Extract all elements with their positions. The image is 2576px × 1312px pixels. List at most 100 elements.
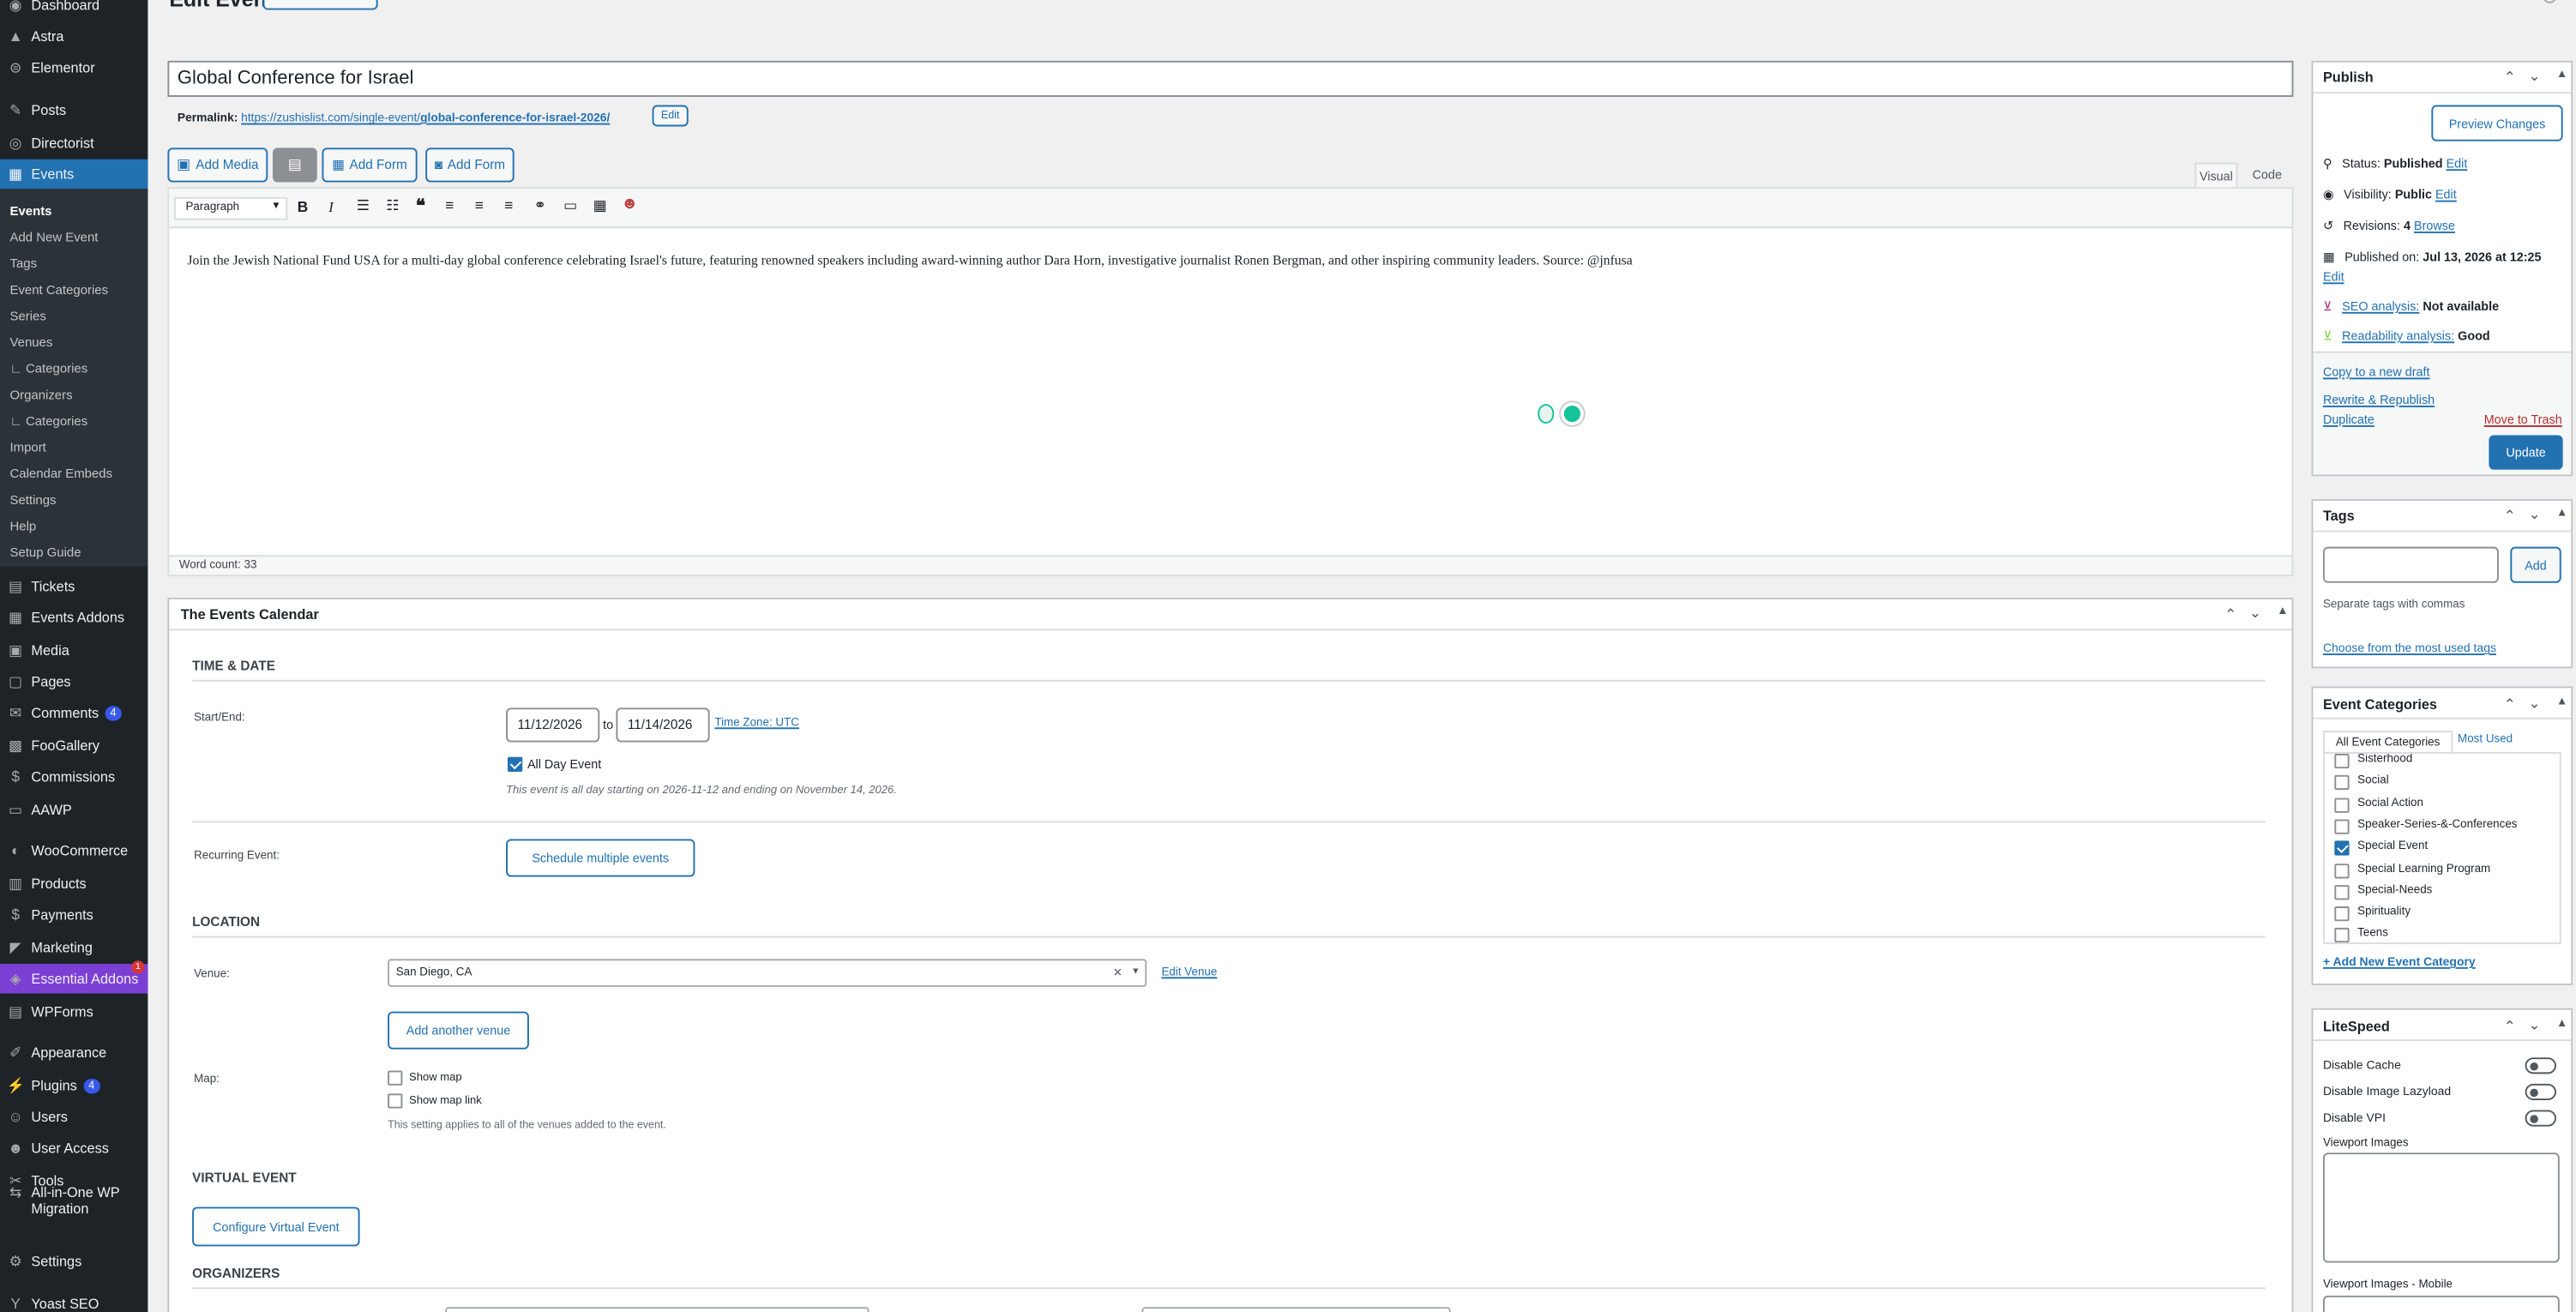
status-edit-link[interactable]: Edit <box>2447 156 2468 171</box>
disable-cache-toggle[interactable] <box>2525 1057 2556 1074</box>
chevron-down-icon[interactable]: ▼ <box>1131 967 1140 977</box>
sidebar-item-astra[interactable]: ▲ Astra <box>0 21 147 51</box>
category-item[interactable]: Special-Needs <box>2334 883 2556 903</box>
submenu-item-events[interactable]: Events <box>0 197 147 224</box>
submenu-item-venues[interactable]: Venues <box>0 328 147 355</box>
submenu-item-event-categories[interactable]: Event Categories <box>0 276 147 303</box>
bullet-list-icon[interactable]: ☰ <box>357 197 370 215</box>
permalink-edit-button[interactable]: Edit <box>652 105 689 127</box>
move-to-trash-link[interactable]: Move to Trash <box>2484 412 2562 427</box>
clear-icon[interactable]: × <box>1113 964 1122 980</box>
move-up-icon[interactable]: ⌃ <box>2504 69 2516 87</box>
move-up-icon[interactable]: ⌃ <box>2504 508 2516 526</box>
add-form-button-1[interactable]: ▦ Add Form <box>322 147 418 183</box>
move-up-icon[interactable]: ⌃ <box>2224 606 2236 624</box>
sidebar-item-commissions[interactable]: $ Commissions <box>0 762 147 791</box>
submenu-item-setup-guide[interactable]: Setup Guide <box>0 539 147 565</box>
submenu-item-help[interactable]: Help <box>0 512 147 539</box>
move-down-icon[interactable]: ⌄ <box>2249 605 2261 623</box>
disable-vpi-toggle[interactable] <box>2525 1110 2556 1127</box>
disable-lazyload-toggle[interactable] <box>2525 1083 2556 1100</box>
duplicate-link[interactable]: Duplicate <box>2323 412 2374 427</box>
timezone-link[interactable]: Time Zone: UTC <box>714 718 799 729</box>
category-checkbox[interactable] <box>2334 928 2350 943</box>
add-form-button-2[interactable]: ◙ Add Form <box>425 147 515 183</box>
venue-select[interactable]: San Diego, CA × ▼ <box>388 959 1147 987</box>
category-checkbox[interactable] <box>2334 840 2350 857</box>
tab-most-used[interactable]: Most Used <box>2458 734 2513 745</box>
visibility-edit-link[interactable]: Edit <box>2435 187 2457 202</box>
category-item[interactable]: Social Action <box>2334 796 2556 815</box>
sidebar-item-plugins[interactable]: ⚡ Plugins 4 <box>0 1071 147 1100</box>
submenu-item-import[interactable]: Import <box>0 434 147 460</box>
viewport-images-textarea[interactable] <box>2322 1153 2560 1263</box>
sidebar-item-directorist[interactable]: ◎ Directorist <box>0 128 147 157</box>
sidebar-item-users[interactable]: ☺ Users <box>0 1102 147 1131</box>
submenu-item-settings[interactable]: Settings <box>0 486 147 513</box>
category-item[interactable]: Speaker-Series-&-Conferences <box>2334 817 2556 837</box>
update-button[interactable]: Update <box>2489 435 2563 470</box>
sidebar-item-comments[interactable]: ✉ Comments 4 <box>0 698 147 727</box>
submenu-item-organizers[interactable]: Organizers <box>0 381 147 407</box>
submenu-item-categories[interactable]: ∟ Categories <box>0 355 147 382</box>
published-on-edit-link[interactable]: Edit <box>2323 269 2344 284</box>
category-checkbox[interactable] <box>2334 797 2350 813</box>
align-center-icon[interactable]: ≡ <box>475 197 484 214</box>
schedule-multiple-button[interactable]: Schedule multiple events <box>506 839 695 877</box>
category-item[interactable]: Spirituality <box>2334 905 2556 924</box>
category-item[interactable]: Teens <box>2334 927 2556 943</box>
tab-visual[interactable]: Visual <box>2194 162 2238 188</box>
add-another-venue-button[interactable]: Add another venue <box>388 1011 529 1050</box>
sidebar-item-woocommerce[interactable]: ◐ WooCommerce <box>0 836 147 865</box>
viewport-images-mobile-textarea[interactable] <box>2322 1295 2560 1312</box>
preview-changes-button[interactable]: Preview Changes <box>2431 105 2563 141</box>
sidebar-item-events[interactable]: ▦ Events <box>0 159 148 190</box>
category-checkbox[interactable] <box>2334 863 2350 878</box>
category-item[interactable]: Social <box>2334 773 2556 793</box>
submenu-item-series[interactable]: Series <box>0 302 147 328</box>
category-item[interactable]: Sisterhood <box>2334 753 2556 772</box>
show-map-link-checkbox[interactable] <box>388 1093 403 1109</box>
submenu-item-tags[interactable]: Tags <box>0 250 147 276</box>
collapse-icon[interactable]: ▲ <box>2556 508 2567 519</box>
sidebar-item-all-in-one-wp[interactable]: ⇆ All-in-One WP Migration <box>0 1184 147 1220</box>
add-new-category-link[interactable]: + Add New Event Category <box>2323 954 2476 969</box>
sidebar-item-payments[interactable]: $ Payments <box>0 900 147 929</box>
move-up-icon[interactable]: ⌃ <box>2504 1018 2516 1036</box>
sidebar-item-events-addons[interactable]: ▦ Events Addons <box>0 603 147 632</box>
category-checkbox[interactable] <box>2334 753 2350 769</box>
submenu-item-categories[interactable]: ∟ Categories <box>0 407 147 434</box>
post-title-input[interactable]: Global Conference for Israel <box>167 60 2294 97</box>
sidebar-item-elementor[interactable]: ⊜ Elementor <box>0 52 147 81</box>
move-down-icon[interactable]: ⌄ <box>2528 506 2540 524</box>
sidebar-item-settings[interactable]: ⚙ Settings <box>0 1246 147 1275</box>
show-map-checkbox[interactable] <box>388 1070 403 1086</box>
align-left-icon[interactable]: ≡ <box>445 197 454 214</box>
sidebar-item-posts[interactable]: ✎ Posts <box>0 95 147 124</box>
collapse-icon[interactable]: ▲ <box>2556 69 2567 80</box>
submenu-item-calendar-embeds[interactable]: Calendar Embeds <box>0 460 147 486</box>
sidebar-item-media[interactable]: ▣ Media <box>0 635 147 665</box>
sidebar-item-wpforms[interactable]: ▤ WPForms <box>0 996 147 1026</box>
choose-tags-link[interactable]: Choose from the most used tags <box>2323 641 2496 655</box>
clipboard-button[interactable]: ▤ <box>273 147 317 183</box>
edit-venue-link[interactable]: Edit Venue <box>1161 967 1217 978</box>
italic-icon[interactable]: I <box>328 199 334 215</box>
collapse-icon[interactable]: ▲ <box>2556 696 2567 707</box>
tag-input[interactable] <box>2322 546 2499 583</box>
copy-draft-link[interactable]: Copy to a new draft <box>2323 364 2430 379</box>
category-item[interactable]: Special Event <box>2334 840 2556 859</box>
sidebar-item-pages[interactable]: ▢ Pages <box>0 666 147 695</box>
start-date-input[interactable]: 11/12/2026 <box>506 707 600 743</box>
blockquote-icon[interactable]: ❝ <box>416 196 425 217</box>
category-checkbox[interactable] <box>2334 775 2350 791</box>
editor-content[interactable]: Join the Jewish National Fund USA for a … <box>187 251 2273 271</box>
sidebar-item-marketing[interactable]: ◤ Marketing <box>0 933 147 962</box>
collapse-icon[interactable]: ▲ <box>2277 606 2288 617</box>
grammarly-icon[interactable] <box>1561 402 1584 425</box>
configure-virtual-event-button[interactable]: Configure Virtual Event <box>192 1207 360 1247</box>
permalink-url[interactable]: https://zushislist.com/single-event/glob… <box>241 110 610 124</box>
screen-options-icon[interactable] <box>2543 0 2556 3</box>
rewrite-republish-link[interactable]: Rewrite & Republish <box>2323 393 2435 407</box>
move-down-icon[interactable]: ⌄ <box>2528 68 2540 86</box>
